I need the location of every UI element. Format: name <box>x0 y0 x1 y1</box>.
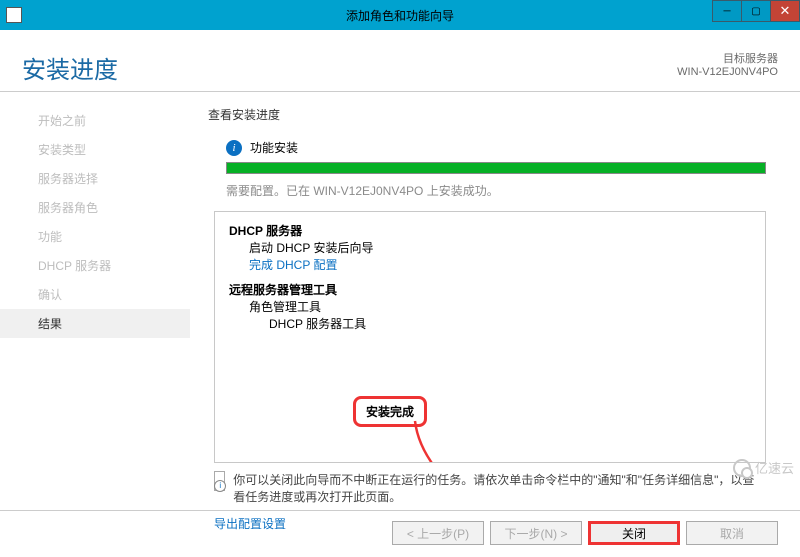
wizard-main: 查看安装进度 i 功能安装 需要配置。已在 WIN-V12EJ0NV4PO 上安… <box>190 92 800 532</box>
status-text: 功能安装 <box>250 139 298 156</box>
window-close-button[interactable]: ✕ <box>770 0 800 22</box>
previous-button: < 上一步(P) <box>392 521 484 545</box>
progress-bar <box>226 162 766 174</box>
next-button: 下一步(N) > <box>490 521 582 545</box>
task-flag-icon <box>214 471 225 491</box>
note-text: 你可以关闭此向导而不中断正在运行的任务。请依次单击命令栏中的"通知"和"任务详细… <box>233 471 766 505</box>
titlebar: 添加角色和功能向导 ─ ▢ ✕ <box>0 0 800 30</box>
config-required-message: 需要配置。已在 WIN-V12EJ0NV4PO 上安装成功。 <box>226 182 778 199</box>
sidebar-item-dhcp-server: DHCP 服务器 <box>0 251 190 280</box>
info-icon: i <box>226 140 242 156</box>
detail-dhcp-server: DHCP 服务器 <box>229 222 751 239</box>
sidebar-item-confirm: 确认 <box>0 280 190 309</box>
detail-remote-tools: 远程服务器管理工具 <box>229 281 751 298</box>
close-button[interactable]: 关闭 <box>588 521 680 545</box>
wizard-header: 安装进度 目标服务器 WIN-V12EJ0NV4PO <box>0 30 800 92</box>
sidebar-item-features: 功能 <box>0 222 190 251</box>
status-line: i 功能安装 <box>226 139 778 156</box>
close-wizard-note: 你可以关闭此向导而不中断正在运行的任务。请依次单击命令栏中的"通知"和"任务详细… <box>214 471 766 505</box>
install-details-panel: DHCP 服务器 启动 DHCP 安装后向导 完成 DHCP 配置 远程服务器管… <box>214 211 766 463</box>
wizard-body: 开始之前 安装类型 服务器选择 服务器角色 功能 DHCP 服务器 确认 结果 … <box>0 92 800 532</box>
detail-dhcp-tools: DHCP 服务器工具 <box>269 315 751 332</box>
cancel-button: 取消 <box>686 521 778 545</box>
sidebar-item-server-select: 服务器选择 <box>0 164 190 193</box>
sidebar-item-before-begin: 开始之前 <box>0 106 190 135</box>
watermark-icon <box>733 459 751 477</box>
page-title: 安装进度 <box>22 50 118 85</box>
sidebar-item-server-roles: 服务器角色 <box>0 193 190 222</box>
detail-dhcp-start-wizard: 启动 DHCP 安装后向导 <box>249 239 751 256</box>
target-label: 目标服务器 <box>677 50 778 66</box>
wizard-footer: < 上一步(P) 下一步(N) > 关闭 取消 <box>0 510 800 545</box>
watermark-text: 亿速云 <box>755 458 794 477</box>
maximize-button[interactable]: ▢ <box>741 0 771 22</box>
window-controls: ─ ▢ ✕ <box>713 0 800 22</box>
minimize-button[interactable]: ─ <box>712 0 742 22</box>
sidebar-item-results: 结果 <box>0 309 190 338</box>
wizard-steps-sidebar: 开始之前 安装类型 服务器选择 服务器角色 功能 DHCP 服务器 确认 结果 <box>0 92 190 532</box>
sidebar-item-install-type: 安装类型 <box>0 135 190 164</box>
view-progress-label: 查看安装进度 <box>208 106 778 123</box>
detail-role-tools: 角色管理工具 <box>249 298 751 315</box>
watermark: 亿速云 <box>733 458 794 477</box>
install-complete-annotation: 安装完成 <box>353 396 427 427</box>
target-server-name: WIN-V12EJ0NV4PO <box>677 66 778 78</box>
target-server-info: 目标服务器 WIN-V12EJ0NV4PO <box>677 50 778 85</box>
window-title: 添加角色和功能向导 <box>0 7 800 24</box>
complete-dhcp-config-link[interactable]: 完成 DHCP 配置 <box>249 256 751 273</box>
